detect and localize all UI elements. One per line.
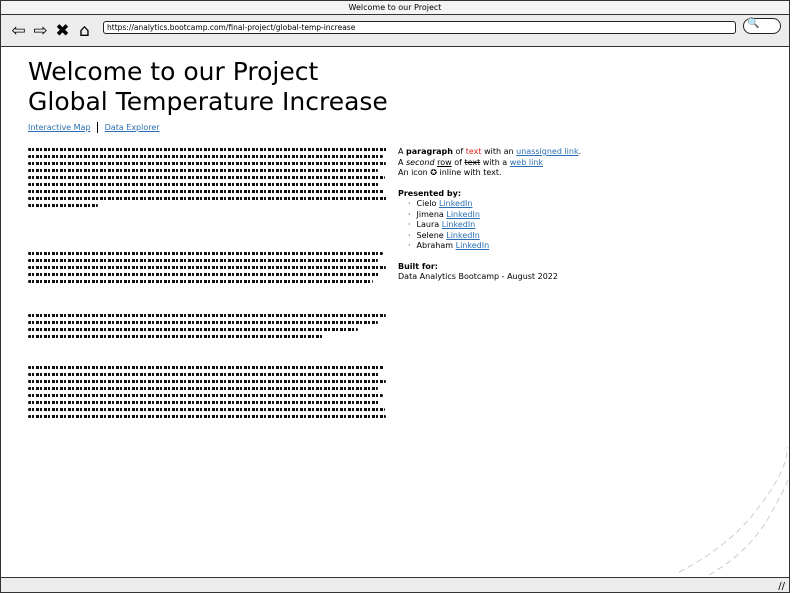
presenter-name: Laura	[416, 220, 440, 229]
built-for-section: Built for: Data Analytics Bootcamp - Aug…	[398, 262, 598, 283]
text: inline with text.	[436, 168, 502, 177]
stop-icon[interactable]: ✖	[53, 21, 72, 41]
window-title-bar: Welcome to our Project	[0, 0, 790, 14]
text: A	[398, 157, 407, 167]
text: with an	[481, 147, 517, 156]
presenter-name: Cielo	[416, 199, 437, 208]
interactive-map-link[interactable]: Interactive Map	[28, 123, 91, 132]
linkedin-link[interactable]: LinkedIn	[442, 220, 476, 229]
underlined-text: row	[437, 157, 452, 167]
page-title: Welcome to our Project Global Temperatur…	[28, 57, 408, 117]
data-explorer-link[interactable]: Data Explorer	[105, 123, 160, 132]
linkedin-link[interactable]: LinkedIn	[446, 210, 480, 219]
forward-arrow-icon[interactable]: ⇨	[31, 21, 50, 41]
list-item: Abraham LinkedIn	[410, 241, 598, 252]
status-bar: //	[0, 577, 790, 593]
home-icon[interactable]: ⌂	[75, 21, 94, 41]
presenter-name: Abraham	[416, 241, 454, 250]
star-circle-icon: ✪	[430, 168, 437, 177]
paragraph-line-3: An icon ✪ inline with text.	[398, 168, 598, 179]
link-divider	[97, 122, 99, 133]
list-item: Cielo LinkedIn	[410, 199, 598, 210]
italic-text: second	[406, 157, 435, 167]
presented-by-heading: Presented by:	[398, 188, 462, 198]
page-links: Interactive Map Data Explorer	[28, 122, 160, 133]
text: with a	[480, 157, 510, 167]
red-text: text	[465, 147, 482, 156]
presented-by-section: Presented by: Cielo LinkedIn Jimena Link…	[398, 189, 598, 252]
placeholder-text-block-1	[28, 148, 388, 211]
bold-text: paragraph	[406, 147, 453, 156]
text: An icon	[398, 168, 431, 177]
text: of	[451, 157, 465, 167]
web-link[interactable]: web link	[510, 158, 543, 167]
search-box[interactable]: 🔍	[743, 18, 781, 34]
resize-grip-icon[interactable]: //	[778, 581, 785, 592]
url-bar[interactable]: https://analytics.bootcamp.com/final-pro…	[103, 21, 736, 34]
built-for-heading: Built for:	[398, 261, 439, 271]
presenter-name: Jimena	[416, 209, 444, 219]
page-title-line1: Welcome to our Project	[28, 57, 319, 86]
unassigned-link[interactable]: unassigned link	[516, 147, 578, 156]
text: of	[452, 147, 466, 156]
placeholder-text-block-2	[28, 252, 388, 287]
presenter-name: Selene	[416, 230, 444, 240]
sidebar: A paragraph of text with an unassigned l…	[398, 147, 598, 283]
search-icon: 🔍	[747, 18, 760, 29]
decorative-waves	[678, 446, 789, 576]
linkedin-link[interactable]: LinkedIn	[439, 199, 473, 208]
text: A	[398, 147, 407, 156]
list-item: Selene LinkedIn	[410, 231, 598, 242]
back-arrow-icon[interactable]: ⇦	[9, 21, 28, 41]
page-title-line2: Global Temperature Increase	[28, 87, 388, 116]
strikethrough-text: text	[464, 157, 481, 167]
linkedin-link[interactable]: LinkedIn	[446, 231, 480, 240]
linkedin-link[interactable]: LinkedIn	[456, 241, 490, 250]
presenter-list: Cielo LinkedIn Jimena LinkedIn Laura Lin…	[398, 199, 598, 252]
text: .	[578, 147, 582, 156]
list-item: Jimena LinkedIn	[410, 210, 598, 221]
list-item: Laura LinkedIn	[410, 220, 598, 231]
paragraph-line-1: A paragraph of text with an unassigned l…	[398, 147, 598, 158]
paragraph-line-2: A second row of text with a web link	[398, 158, 598, 169]
window-title: Welcome to our Project	[348, 3, 442, 12]
built-for-text: Data Analytics Bootcamp - August 2022	[398, 272, 558, 281]
placeholder-text-block-3	[28, 314, 388, 342]
placeholder-text-block-4	[28, 366, 388, 422]
browser-toolbar: ⇦ ⇨ ✖ ⌂ https://analytics.bootcamp.com/f…	[0, 14, 790, 47]
